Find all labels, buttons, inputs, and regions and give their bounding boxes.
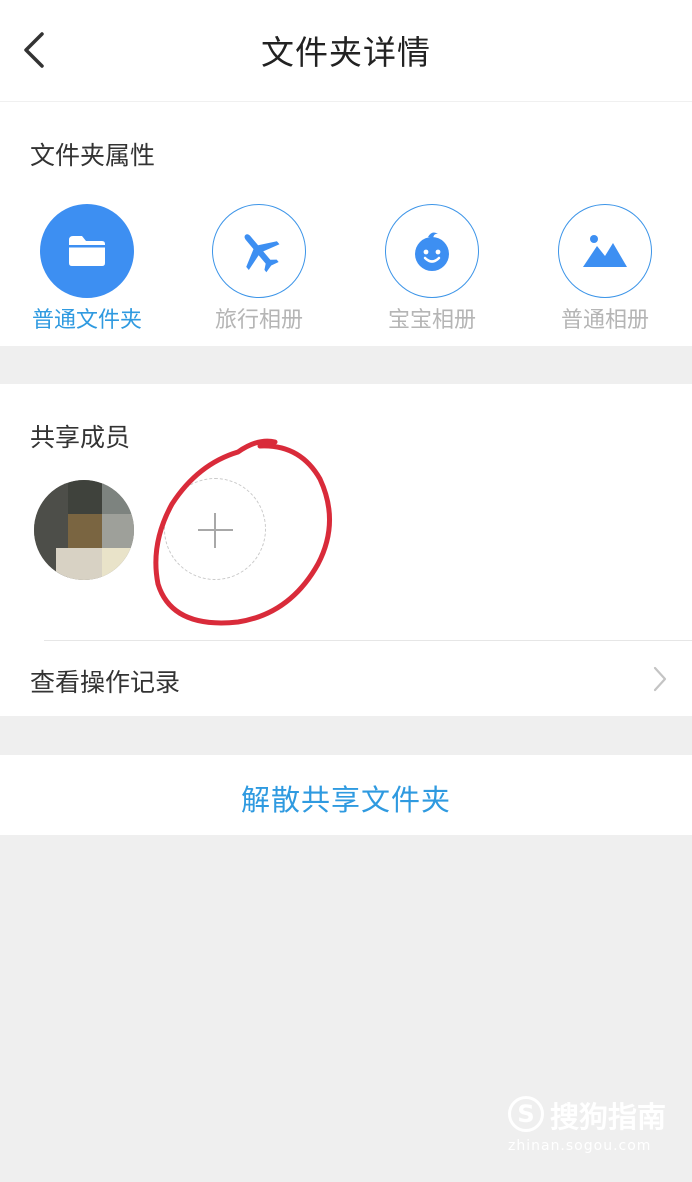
- members-section-title: 共享成员: [30, 423, 131, 452]
- mountain-photo-icon: [558, 204, 652, 298]
- baby-face-icon: [385, 204, 479, 298]
- dissolve-label: 解散共享文件夹: [240, 783, 451, 817]
- view-operation-log-row[interactable]: 查看操作记录: [0, 641, 692, 716]
- folder-details-page: 文件夹详情 文件夹属性 普通文件夹 旅行相册 宝宝相册 普通相册 共享成员 查看…: [0, 0, 692, 1182]
- sogou-logo-icon: S: [508, 1096, 544, 1132]
- folder-icon: [40, 204, 134, 298]
- dissolve-shared-folder-button[interactable]: 解散共享文件夹: [0, 755, 692, 835]
- view-operation-log-label: 查看操作记录: [30, 668, 181, 697]
- airplane-icon: [212, 204, 306, 298]
- shared-members-card: 共享成员 查看操作记录: [0, 384, 692, 716]
- type-label-travel-album: 旅行相册: [214, 308, 303, 333]
- watermark-url: zhinan.sogou.com: [508, 1138, 652, 1154]
- nav-header: 文件夹详情: [0, 0, 692, 102]
- type-option-baby-album[interactable]: 宝宝相册: [357, 204, 507, 334]
- watermark-brand: 搜狗指南: [550, 1100, 667, 1134]
- type-option-normal-folder[interactable]: 普通文件夹: [12, 204, 162, 334]
- type-label-normal-album: 普通相册: [560, 308, 649, 333]
- type-label-normal-folder: 普通文件夹: [31, 308, 142, 333]
- folder-properties-card: 文件夹属性 普通文件夹 旅行相册 宝宝相册 普通相册: [0, 102, 692, 346]
- sogou-watermark: S 搜狗指南 zhinan.sogou.com: [508, 1092, 668, 1162]
- type-option-travel-album[interactable]: 旅行相册: [184, 204, 334, 334]
- page-title: 文件夹详情: [261, 33, 431, 72]
- type-label-baby-album: 宝宝相册: [387, 308, 476, 333]
- type-option-normal-album[interactable]: 普通相册: [530, 204, 680, 334]
- chevron-right-icon: [653, 666, 667, 692]
- folder-type-list: 普通文件夹 旅行相册 宝宝相册 普通相册: [0, 204, 692, 334]
- member-avatar[interactable]: [34, 480, 134, 580]
- properties-section-title: 文件夹属性: [30, 141, 156, 170]
- add-member-button[interactable]: [164, 478, 266, 580]
